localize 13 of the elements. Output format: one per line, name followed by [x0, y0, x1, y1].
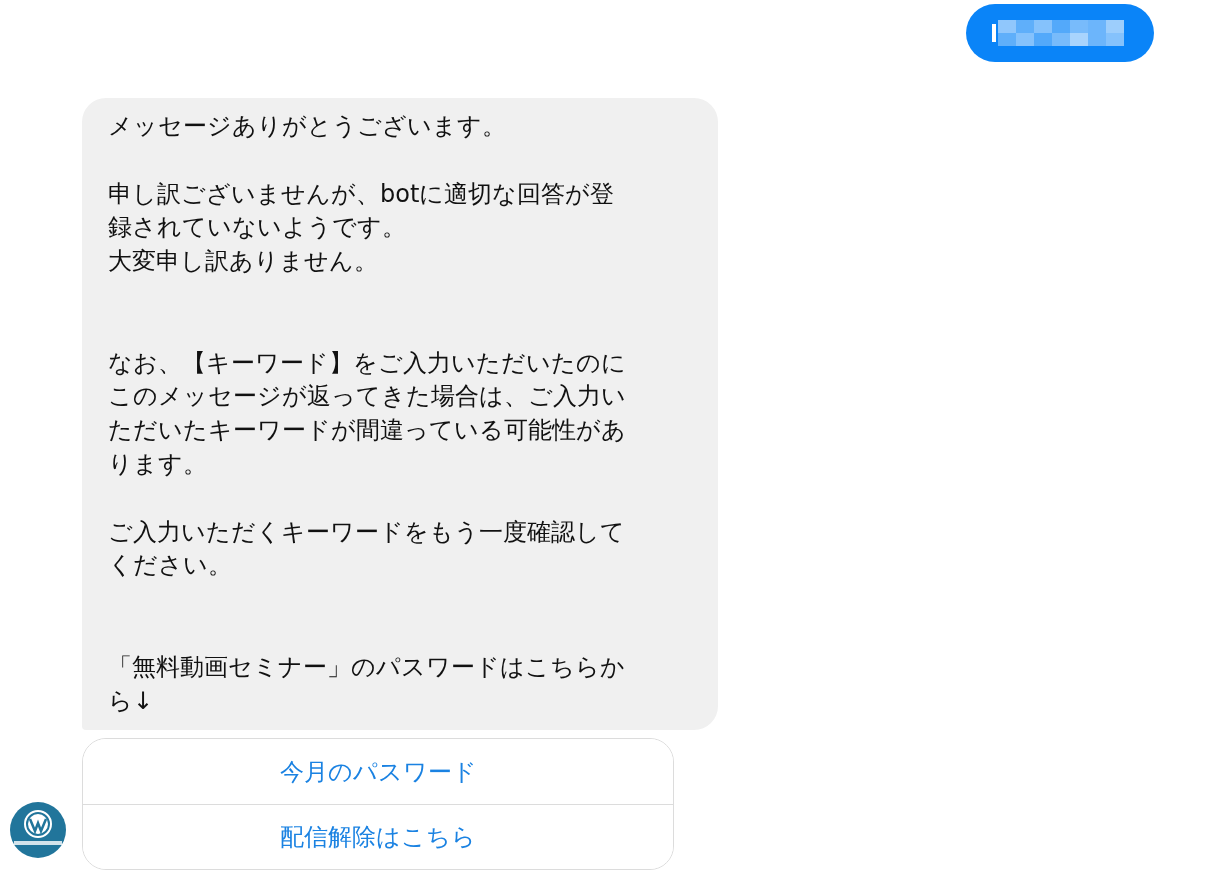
message-line: ら↓ — [108, 685, 155, 717]
message-line: ただいたキーワードが間違っている可能性があ — [108, 415, 627, 447]
message-line: ご入力いただくキーワードをもう一度確認して — [108, 516, 626, 548]
message-line: ください。 — [108, 550, 233, 582]
message-line: このメッセージが返ってきた場合は、ご入力い — [108, 381, 627, 413]
message-line: なお、【キーワード】をご入力いただいたのに — [108, 347, 627, 379]
message-line: 録されていないようです。 — [108, 212, 407, 244]
quick-reply-button[interactable]: 配信解除はこちら — [83, 804, 673, 870]
message-line: 申し訳ございませんが、botに適切な回答が登 — [108, 178, 616, 210]
message-line: 大変申し訳ありません。 — [108, 246, 379, 278]
message-line: ります。 — [108, 448, 208, 480]
message-line: メッセージありがとうございます。 — [108, 111, 507, 142]
message-line: 「無料動画セミナー」のパスワードはこちらか — [108, 651, 626, 683]
